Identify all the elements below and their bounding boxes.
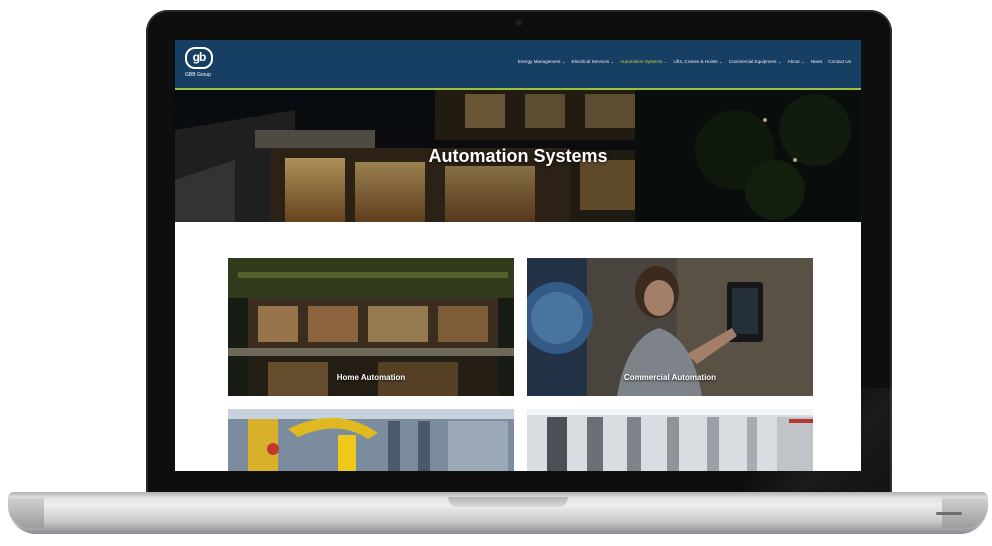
site-header: gb GBB Group Energy Management ⌄ Electri… <box>175 40 861 90</box>
webcam <box>516 20 522 26</box>
card-label-home-automation: Home Automation <box>336 373 406 382</box>
card-data-centre-automation[interactable] <box>527 409 813 471</box>
nav-item-lifts-cranes-hoists[interactable]: Lifts, Cranes & Hoists ⌄ <box>673 59 722 65</box>
base-indicator <box>936 512 962 515</box>
site-logo[interactable]: gb GBB Group <box>185 47 225 81</box>
logo-name: GBB Group <box>185 72 211 78</box>
card-home-automation[interactable]: Home Automation <box>228 258 514 396</box>
nav-item-automation-systems[interactable]: Automation Systems ⌄ <box>620 59 667 65</box>
nav-item-contact-us[interactable]: Contact Us <box>828 59 851 65</box>
nav-item-news[interactable]: News <box>811 59 823 65</box>
nav-item-about[interactable]: About ⌄ <box>788 59 805 65</box>
main-menu: Energy Management ⌄ Electrical Services … <box>518 59 851 65</box>
nav-item-electrical-services[interactable]: Electrical Services ⌄ <box>572 59 615 65</box>
industrial-automation-image <box>228 409 514 471</box>
server-room-image <box>527 409 813 471</box>
nav-item-commercial-equipment[interactable]: Commercial Equipment ⌄ <box>729 59 782 65</box>
automation-categories-grid: Home Automation Commercial Automation <box>175 222 861 471</box>
card-commercial-automation[interactable]: Commercial Automation <box>527 258 813 396</box>
card-industrial-automation[interactable] <box>228 409 514 471</box>
browser-viewport: gb GBB Group Energy Management ⌄ Electri… <box>175 40 861 471</box>
lid-opening-notch <box>448 497 568 507</box>
nav-item-energy-management[interactable]: Energy Management ⌄ <box>518 59 566 65</box>
hero-banner: Automation Systems <box>175 90 861 222</box>
base-left-edge <box>8 498 44 528</box>
card-label-commercial-automation: Commercial Automation <box>623 373 717 382</box>
logo-mark: gb <box>185 47 213 69</box>
page-title: Automation Systems <box>428 146 608 166</box>
laptop-base <box>8 492 988 534</box>
